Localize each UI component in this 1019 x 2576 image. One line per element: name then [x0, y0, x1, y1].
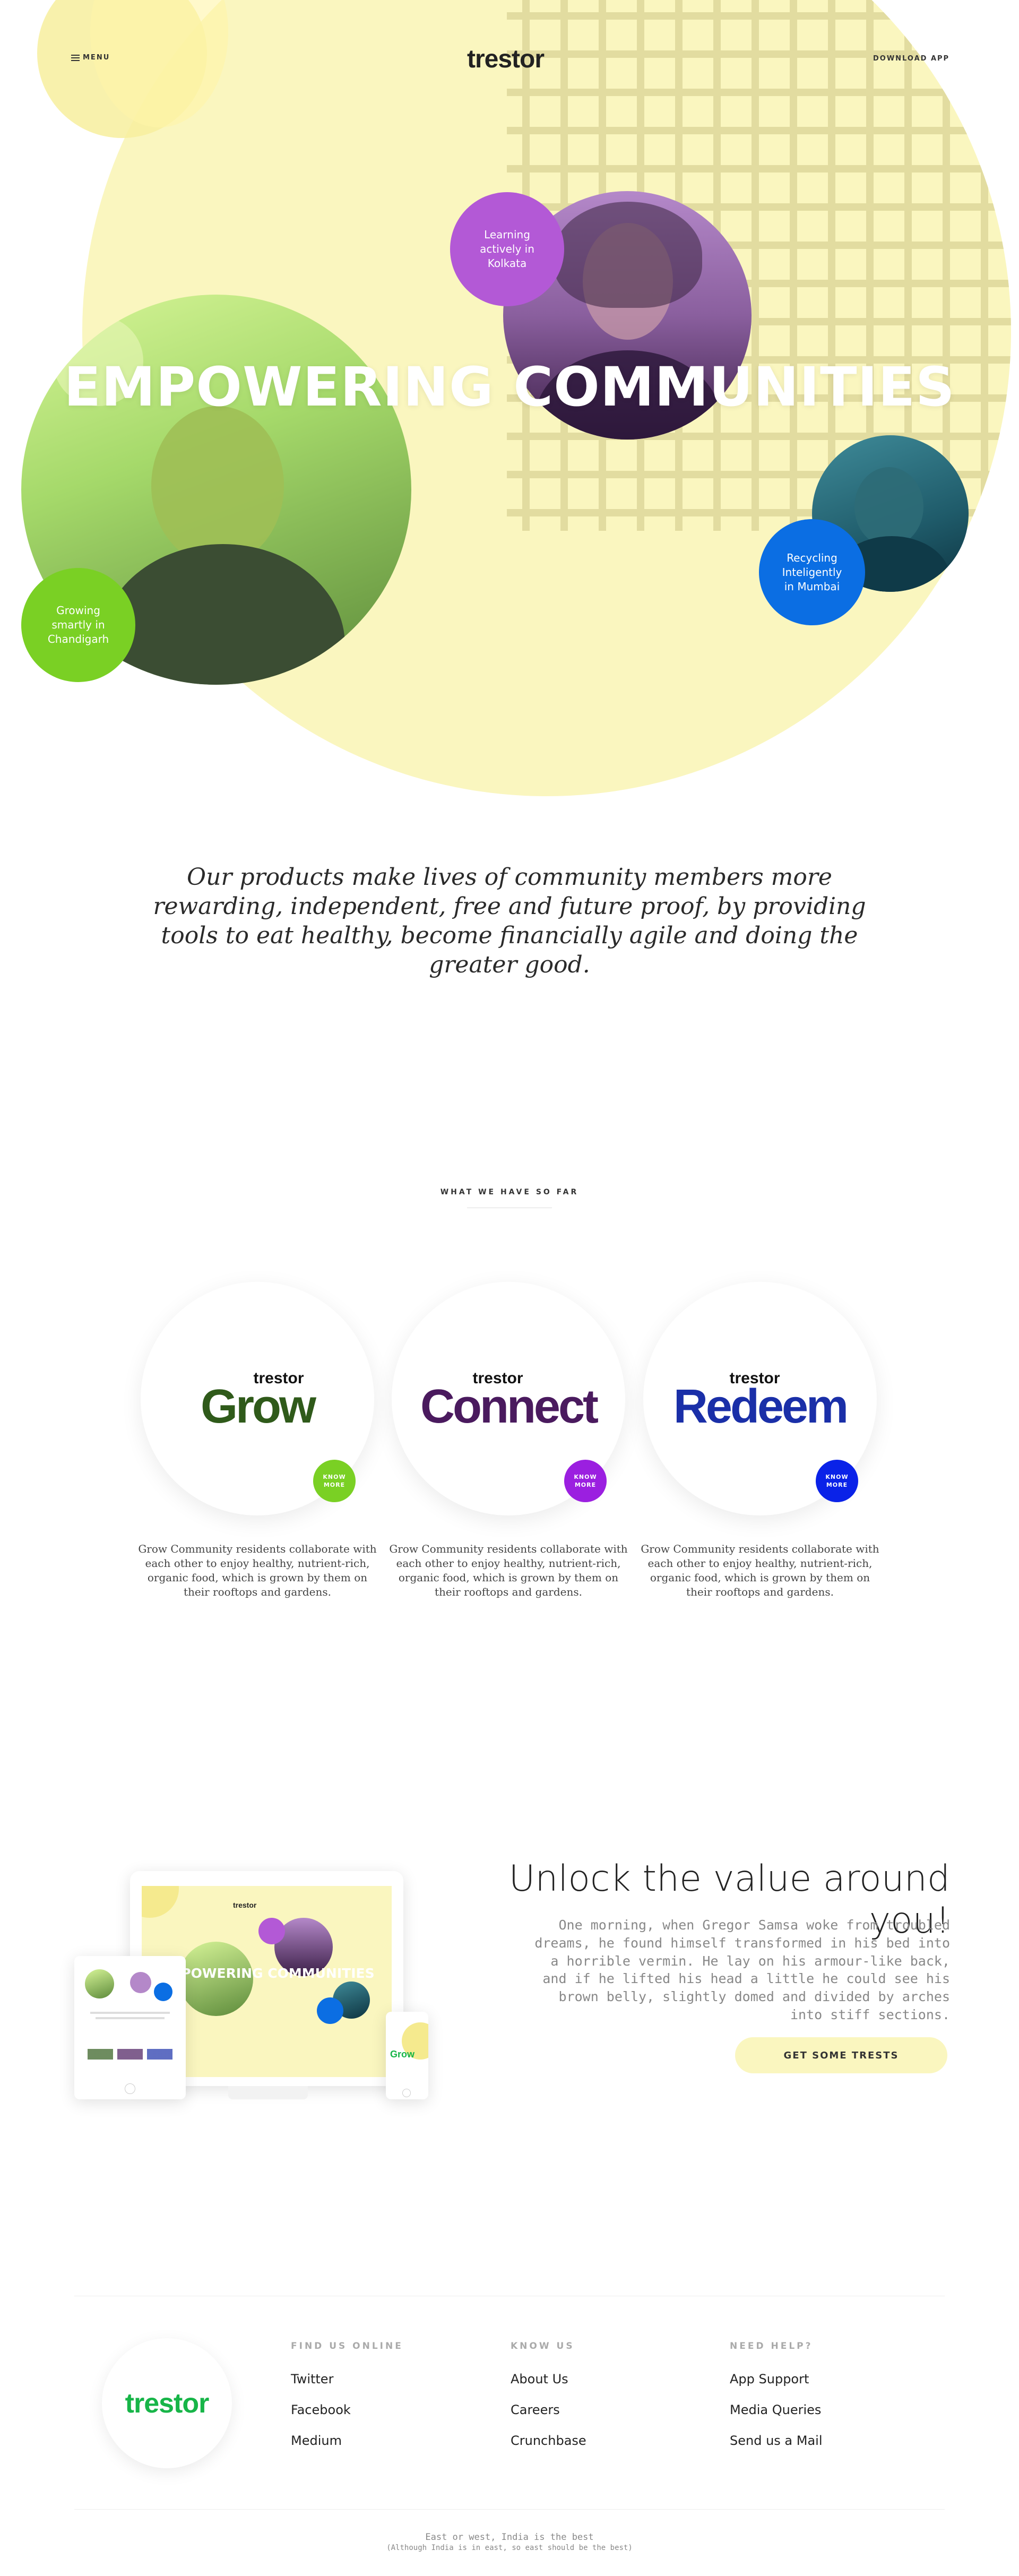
unlock-body: One morning, when Gregor Samsa woke from…	[534, 1917, 950, 2022]
copyright: East or west, India is the best (Althoug…	[0, 2532, 1019, 2552]
mockup-phone-logo: Grow	[390, 2049, 415, 2060]
product-card-grow[interactable]: trestor Grow KNOW MORE	[141, 1282, 374, 1515]
phone-mockup-left	[74, 1956, 186, 2099]
mission-statement: Our products make lives of community mem…	[153, 864, 866, 978]
know-more-button[interactable]: KNOW MORE	[313, 1460, 356, 1502]
know-more-label: KNOW MORE	[825, 1473, 849, 1488]
footer-column-find-us: FIND US ONLINE Twitter Facebook Medium	[291, 2341, 403, 2464]
bubble-chandigarh-text: Growing smartly in Chandigarh	[47, 604, 109, 645]
footer-link-app-support[interactable]: App Support	[730, 2372, 823, 2387]
product-description-grow: Grow Community residents collaborate wit…	[138, 1543, 377, 1598]
menu-label: MENU	[83, 54, 110, 62]
phone-mockup-right: Grow	[386, 2012, 428, 2099]
footer-logo-circle[interactable]: trestor	[102, 2338, 232, 2468]
bubble-mumbai: Recycling Inteligently in Mumbai	[759, 519, 865, 625]
footer-heading: KNOW US	[511, 2341, 575, 2351]
footer-link-facebook[interactable]: Facebook	[291, 2402, 403, 2417]
copyright-line-1: East or west, India is the best	[425, 2532, 594, 2543]
download-app-link[interactable]: DOWNLOAD APP	[873, 55, 949, 63]
footer-divider-bottom	[74, 2509, 945, 2510]
footer-column-know-us: KNOW US About Us Careers Crunchbase	[511, 2341, 586, 2464]
product-name: Connect	[420, 1380, 599, 1433]
menu-button[interactable]: MENU	[71, 54, 110, 62]
product-name: Redeem	[673, 1380, 849, 1433]
bubble-chandigarh: Growing smartly in Chandigarh	[21, 568, 135, 682]
footer-link-twitter[interactable]: Twitter	[291, 2372, 403, 2387]
product-description-connect: Grow Community residents collaborate wit…	[389, 1543, 628, 1598]
get-some-trests-button[interactable]: GET SOME TRESTS	[735, 2037, 947, 2073]
product-name: Grow	[200, 1380, 316, 1433]
know-more-button[interactable]: KNOW MORE	[816, 1460, 858, 1502]
bubble-mumbai-text: Recycling Inteligently in Mumbai	[782, 551, 842, 593]
footer-link-about-us[interactable]: About Us	[511, 2372, 586, 2387]
footer-column-need-help: NEED HELP? App Support Media Queries Sen…	[730, 2341, 823, 2464]
copyright-line-2: (Although India is in east, so east shou…	[386, 2544, 633, 2552]
footer-heading: NEED HELP?	[730, 2341, 813, 2351]
know-more-label: KNOW MORE	[323, 1473, 346, 1488]
bubble-kolkata-text: Learning actively in Kolkata	[480, 228, 534, 270]
footer-link-careers[interactable]: Careers	[511, 2402, 586, 2417]
footer-link-send-mail[interactable]: Send us a Mail	[730, 2433, 823, 2448]
product-card-redeem[interactable]: trestor Redeem KNOW MORE	[643, 1282, 877, 1515]
know-more-label: KNOW MORE	[574, 1473, 597, 1488]
product-card-connect[interactable]: trestor Connect KNOW MORE	[392, 1282, 625, 1515]
footer-link-media-queries[interactable]: Media Queries	[730, 2402, 823, 2417]
bubble-kolkata: Learning actively in Kolkata	[450, 192, 564, 306]
hero-title: EMPOWERING COMMUNITIES	[64, 356, 955, 419]
product-description-redeem: Grow Community residents collaborate wit…	[641, 1543, 879, 1598]
footer-heading: FIND US ONLINE	[291, 2341, 403, 2351]
hamburger-icon	[71, 54, 80, 61]
tablet-stand	[228, 2086, 308, 2099]
footer-link-crunchbase[interactable]: Crunchbase	[511, 2433, 586, 2448]
site-logo[interactable]: trestor	[467, 45, 545, 74]
footer-link-medium[interactable]: Medium	[291, 2433, 403, 2448]
products-section-label: WHAT WE HAVE SO FAR	[440, 1188, 579, 1196]
mockup-logo: trestor	[233, 1901, 257, 1909]
know-more-button[interactable]: KNOW MORE	[564, 1460, 607, 1502]
footer-logo: trestor	[125, 2388, 210, 2419]
